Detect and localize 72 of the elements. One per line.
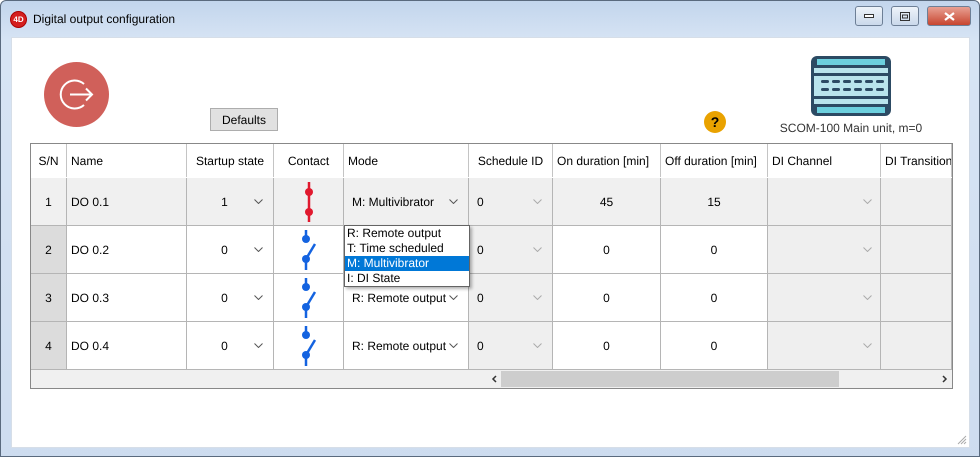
horizontal-scrollbar[interactable]	[31, 370, 952, 388]
mode-option[interactable]: R: Remote output	[345, 226, 469, 241]
close-button[interactable]	[927, 6, 971, 26]
chevron-down-icon	[863, 343, 872, 348]
chevron-down-icon	[863, 247, 872, 252]
on-duration-cell: 0	[603, 290, 610, 304]
schedule-id-value: 0	[477, 338, 485, 352]
mode-option[interactable]: M: Multivibrator	[345, 256, 469, 271]
startup-state-dropdown[interactable]: 0	[191, 338, 269, 352]
window-title: Digital output configuration	[33, 12, 176, 26]
row-number: 1	[45, 194, 52, 208]
on-duration-cell: 0	[603, 242, 610, 256]
startup-state-dropdown[interactable]: 0	[191, 242, 269, 256]
resize-grip-icon[interactable]	[957, 435, 967, 445]
chevron-down-icon	[863, 295, 872, 300]
chevron-down-icon	[533, 295, 542, 300]
table-row[interactable]: 4 DO 0.4 0 R: Remote output 0 0 0	[31, 322, 952, 370]
column-header: Contact	[288, 154, 330, 168]
mode-option[interactable]: I: DI State	[345, 271, 469, 286]
name-cell: DO 0.3	[71, 290, 110, 304]
row-number: 2	[45, 242, 52, 256]
close-icon	[944, 12, 954, 20]
column-header: Name	[71, 154, 104, 168]
minimize-icon	[864, 14, 874, 18]
maximize-button[interactable]	[891, 6, 919, 26]
on-duration-cell: 45	[600, 194, 614, 208]
defaults-button[interactable]: Defaults	[210, 108, 278, 131]
chevron-down-icon	[449, 295, 458, 300]
row-number: 3	[45, 290, 52, 304]
chevron-down-icon	[533, 343, 542, 348]
device-label: SCOM-100 Main unit, m=0	[780, 121, 922, 135]
name-cell: DO 0.1	[71, 194, 110, 208]
off-duration-cell: 0	[710, 242, 718, 256]
schedule-id-value: 0	[477, 290, 485, 304]
off-duration-cell: 15	[707, 194, 721, 208]
column-header: Off duration [min]	[665, 154, 757, 168]
table-row[interactable]: 1 DO 0.1 1 M: Multivibrator 0 45 15	[31, 178, 952, 226]
mode-dropdown[interactable]: R: Remote output	[348, 290, 464, 304]
mode-dropdown[interactable]: R: Remote output	[348, 338, 464, 352]
column-header: S/N	[38, 154, 58, 168]
schedule-id-value: 0	[477, 242, 485, 256]
schedule-id-value: 0	[477, 194, 485, 208]
chevron-down-icon	[254, 295, 263, 300]
chevron-down-icon	[863, 199, 872, 204]
chevron-down-icon	[254, 343, 263, 348]
off-duration-cell: 0	[710, 290, 718, 304]
chevron-down-icon	[254, 247, 263, 252]
column-header: Schedule ID	[478, 154, 544, 168]
mode-option[interactable]: T: Time scheduled	[345, 241, 469, 256]
exit-icon[interactable]	[44, 62, 109, 127]
chevron-down-icon	[533, 199, 542, 204]
on-duration-cell: 0	[603, 338, 610, 352]
mode-dropdown[interactable]: M: Multivibrator	[348, 194, 464, 208]
name-cell: DO 0.4	[71, 338, 110, 352]
chevron-down-icon	[533, 247, 542, 252]
column-header: On duration [min]	[557, 154, 650, 168]
off-duration-cell: 0	[710, 338, 718, 352]
startup-state-dropdown[interactable]: 0	[191, 290, 269, 304]
column-header: Startup state	[196, 154, 264, 168]
maximize-icon	[900, 12, 910, 20]
minimize-button[interactable]	[855, 6, 883, 26]
name-cell: DO 0.2	[71, 242, 110, 256]
chevron-down-icon	[254, 199, 263, 204]
row-number: 4	[45, 338, 52, 352]
column-header: DI Channel	[772, 154, 832, 168]
chevron-down-icon	[449, 199, 458, 204]
device-module-icon	[809, 54, 893, 118]
chevron-down-icon	[449, 343, 458, 348]
column-header: Mode	[348, 154, 378, 168]
help-icon[interactable]: ?	[704, 111, 726, 133]
startup-state-dropdown[interactable]: 1	[191, 194, 269, 208]
app-logo: 4D	[10, 10, 27, 28]
